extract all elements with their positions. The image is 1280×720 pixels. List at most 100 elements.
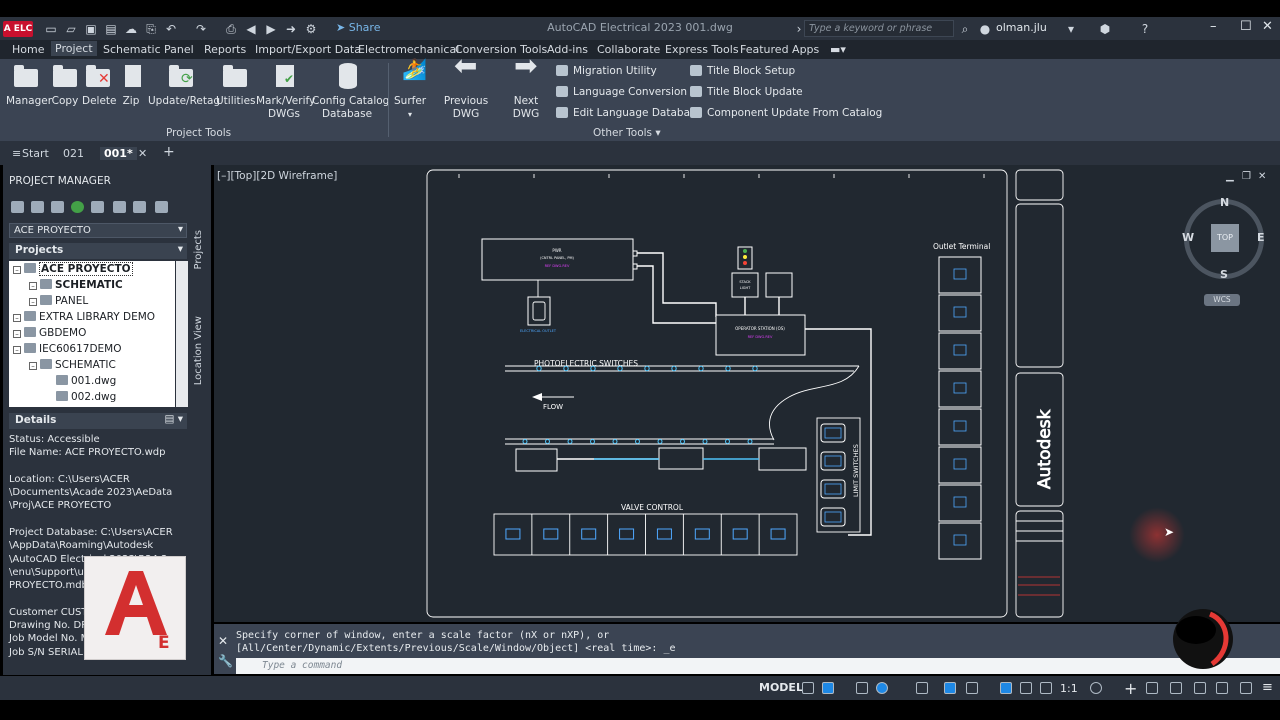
- config-catalog-button[interactable]: Config Catalog Database: [312, 63, 389, 121]
- tab-import-export[interactable]: Import/Export Data: [255, 43, 361, 56]
- compass-north[interactable]: N: [1220, 196, 1229, 209]
- close-icon[interactable]: ✕: [1262, 19, 1273, 34]
- previous-icon[interactable]: ◀: [244, 22, 258, 36]
- tab-project[interactable]: Project: [51, 41, 97, 56]
- tab-projects[interactable]: Projects: [193, 230, 204, 269]
- chevron-down-icon[interactable]: ▾: [1064, 22, 1078, 36]
- plot-icon[interactable]: [155, 201, 168, 213]
- plus-icon[interactable]: +: [1124, 679, 1137, 698]
- cloud-icon[interactable]: ☁: [124, 22, 138, 36]
- properties-icon[interactable]: [91, 201, 104, 213]
- app-logo[interactable]: A ELC: [3, 21, 33, 37]
- refresh-icon[interactable]: [71, 201, 84, 213]
- drawing-canvas[interactable]: [–][Top][2D Wireframe] ▁ ❐ ✕ Autodesk PW…: [214, 165, 1280, 622]
- tab-collaborate[interactable]: Collaborate: [597, 43, 660, 56]
- tree-item[interactable]: 002.dwg: [45, 389, 116, 405]
- component-update-button[interactable]: Component Update From Catalog: [690, 107, 882, 119]
- open-icon[interactable]: ▱: [64, 22, 78, 36]
- close-command-line-icon[interactable]: ✕: [218, 634, 228, 648]
- new-project-icon[interactable]: [31, 201, 44, 213]
- isolate-icon[interactable]: [1146, 682, 1158, 694]
- tree-item[interactable]: – PANEL: [29, 293, 88, 309]
- wrench-icon[interactable]: 🔧: [218, 654, 233, 668]
- gear-icon[interactable]: [1090, 682, 1102, 694]
- tab-electromechanical[interactable]: Electromechanical: [358, 43, 459, 56]
- details-section-header[interactable]: Details ▤ ▾: [9, 413, 187, 429]
- utilities-button[interactable]: Utilities: [216, 63, 256, 108]
- new-drawing-icon[interactable]: [51, 201, 64, 213]
- minimize-icon[interactable]: –: [1210, 19, 1217, 34]
- tab-panel[interactable]: Panel: [164, 43, 194, 56]
- open-project-icon[interactable]: [11, 201, 24, 213]
- title-block-update-button[interactable]: Title Block Update: [690, 86, 803, 98]
- tab-add-ins[interactable]: Add-ins: [547, 43, 588, 56]
- tree-item[interactable]: – IEC60617DEMO: [13, 341, 122, 357]
- tree-item[interactable]: – SCHEMATIC: [29, 277, 123, 293]
- ribbon-options-icon[interactable]: ▬▾: [830, 43, 846, 56]
- tree-item[interactable]: – GBDEMO: [13, 325, 86, 341]
- tree-item[interactable]: – SCHEMATIC: [29, 357, 116, 373]
- tab-express-tools[interactable]: Express Tools: [665, 43, 739, 56]
- language-conversion-button[interactable]: Language Conversion: [556, 86, 687, 98]
- save-icon[interactable]: ▣: [84, 22, 98, 36]
- manager-button[interactable]: Manager: [6, 63, 52, 108]
- osnap-icon[interactable]: [966, 682, 978, 694]
- help-icon[interactable]: ?: [1138, 22, 1152, 36]
- previous-dwg-button[interactable]: ⬅ Previous DWG: [432, 52, 500, 121]
- expand-toggle-icon[interactable]: –: [29, 362, 37, 370]
- undo-icon[interactable]: ↶: [164, 22, 178, 36]
- snap-icon[interactable]: [822, 682, 834, 694]
- save-as-icon[interactable]: ▤: [104, 22, 118, 36]
- edit-language-database-button[interactable]: Edit Language Database: [556, 107, 702, 119]
- next-icon[interactable]: ▶: [264, 22, 278, 36]
- user-name[interactable]: olman.jlu: [996, 21, 1047, 34]
- camera-icon[interactable]: [113, 201, 126, 213]
- tab-featured-apps[interactable]: Featured Apps: [740, 43, 819, 56]
- delete-button[interactable]: ✕ Delete: [82, 63, 117, 108]
- search-icon[interactable]: ⌕: [958, 22, 972, 36]
- tab-home[interactable]: Home: [12, 43, 44, 56]
- publish-icon[interactable]: ⎘: [144, 22, 158, 36]
- expand-toggle-icon[interactable]: –: [13, 314, 21, 322]
- surfer-button[interactable]: 🏄 Surfer ▾: [394, 59, 427, 121]
- expand-toggle-icon[interactable]: –: [29, 282, 37, 290]
- task-list-icon[interactable]: [133, 201, 146, 213]
- migration-utility-button[interactable]: Migration Utility: [556, 65, 657, 77]
- hardware-acceleration-icon[interactable]: [1170, 682, 1182, 694]
- mark-verify-button[interactable]: ✔ Mark/Verify DWGs: [256, 63, 315, 121]
- compass-west[interactable]: W: [1182, 231, 1194, 244]
- model-space-button[interactable]: MODEL: [759, 681, 803, 694]
- tree-item[interactable]: – EXTRA LIBRARY DEMO: [13, 309, 155, 325]
- update-retag-button[interactable]: ⟳ Update/Retag: [148, 63, 220, 108]
- compass-south[interactable]: S: [1220, 268, 1228, 281]
- tree-item[interactable]: 001.dwg: [45, 373, 116, 389]
- properties-icon[interactable]: [1216, 682, 1228, 694]
- ortho-icon[interactable]: [856, 682, 868, 694]
- maximize-icon[interactable]: ☐: [1240, 19, 1252, 34]
- grid-icon[interactable]: [802, 682, 814, 694]
- redo-icon[interactable]: ↷: [194, 22, 208, 36]
- tree-item[interactable]: – ACE PROYECTO: [13, 261, 133, 277]
- workspace-icon[interactable]: ⚙: [304, 22, 318, 36]
- expand-toggle-icon[interactable]: –: [29, 298, 37, 306]
- projects-section-header[interactable]: Projects ▾: [9, 243, 187, 259]
- zip-button[interactable]: Zip: [118, 63, 144, 108]
- other-tools-panel-label[interactable]: Other Tools ▾: [593, 127, 661, 139]
- title-block-setup-button[interactable]: Title Block Setup: [690, 65, 795, 77]
- annotation-scale-icon[interactable]: [1040, 682, 1052, 694]
- close-tab-icon[interactable]: ✕: [138, 147, 147, 160]
- share-button[interactable]: ➤ Share: [336, 21, 380, 34]
- wcs-menu[interactable]: WCS: [1204, 294, 1240, 306]
- tab-schematic[interactable]: Schematic: [103, 43, 161, 56]
- object-snap-tracking-icon[interactable]: [944, 682, 956, 694]
- menu-icon[interactable]: ≡: [12, 147, 21, 160]
- search-input[interactable]: Type a keyword or phrase: [804, 20, 954, 37]
- copy-button[interactable]: Copy: [50, 63, 80, 108]
- clean-screen-icon[interactable]: [1194, 682, 1206, 694]
- customize-icon[interactable]: ≡: [1262, 680, 1273, 695]
- plot-icon[interactable]: ⎙: [224, 22, 238, 36]
- isodraft-icon[interactable]: [916, 682, 928, 694]
- expand-toggle-icon[interactable]: –: [13, 346, 21, 354]
- annotation-visibility-icon[interactable]: [1000, 682, 1012, 694]
- user-icon[interactable]: ●: [978, 22, 992, 36]
